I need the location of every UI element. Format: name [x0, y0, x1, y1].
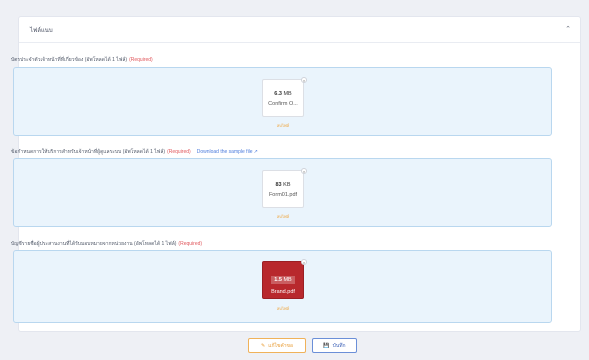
section-label-text: บัญชีรายชื่อผู้ประสานงานที่ได้รับมอบหมาย… [11, 241, 177, 247]
download-sample-link[interactable]: Download the sample file↗ [197, 149, 258, 155]
card-title: ไฟล์แนบ [30, 27, 53, 34]
file-size: 6.3 MB [263, 91, 303, 97]
section-label-text: ข้อกำหนดการให้บริการสำหรับเจ้าหน้าที่ผู้… [11, 149, 166, 155]
file-size: 1.5 MB [271, 276, 295, 284]
file-size-value: 83 [275, 182, 282, 188]
download-sample-text: Download the sample file [196, 149, 253, 155]
file-preview[interactable]: 1.5 MB Brand.pdf [262, 261, 304, 299]
section-label-id-card: บัตรประจำตัวเจ้าหน้าที่ที่เกี่ยวข้อง (อั… [11, 56, 153, 64]
required-marker: (Required) [178, 241, 203, 247]
file-preview[interactable]: 83 KB Form01.pdf [262, 170, 304, 208]
remove-file-link[interactable]: ลบไฟล์ [277, 305, 289, 312]
file-size-value: 6.3 [274, 91, 282, 97]
remove-file-icon[interactable]: × [301, 77, 307, 83]
remove-file-link[interactable]: ลบไฟล์ [277, 122, 289, 129]
file-size-unit: KB [283, 182, 291, 188]
file-size-unit: MB [283, 91, 292, 97]
remove-file-icon[interactable]: × [301, 168, 307, 174]
edit-button-label: แก้ไขคำขอ [268, 342, 293, 349]
card-header[interactable]: ไฟล์แนบ ⌃ [19, 17, 580, 43]
dropzone-service-terms[interactable]: 83 KB Form01.pdf × ลบไฟล์ [13, 158, 552, 227]
file-name: Brand.pdf [271, 289, 295, 295]
remove-file-icon[interactable]: × [301, 259, 307, 265]
edit-request-button[interactable]: ✎ แก้ไขคำขอ [248, 338, 306, 353]
chevron-up-icon[interactable]: ⌃ [565, 26, 571, 33]
section-label-text: บัตรประจำตัวเจ้าหน้าที่ที่เกี่ยวข้อง (อั… [11, 57, 128, 63]
file-size: 83 KB [263, 182, 303, 188]
external-link-icon: ↗ [253, 149, 258, 155]
file-size-unit: MB [283, 277, 292, 283]
save-button-label: บันทึก [332, 342, 346, 349]
required-marker: (Required) [167, 149, 191, 155]
required-marker: (Required) [129, 57, 153, 63]
remove-file-link[interactable]: ลบไฟล์ [277, 213, 289, 220]
edit-icon: ✎ [261, 342, 266, 349]
section-label-service-terms: ข้อกำหนดการให้บริการสำหรับเจ้าหน้าที่ผู้… [11, 148, 258, 156]
file-size-value: 1.5 [274, 277, 282, 283]
file-preview[interactable]: 6.3 MB Confirm O... [262, 79, 304, 117]
dropzone-id-card[interactable]: 6.3 MB Confirm O... × ลบไฟล์ [13, 67, 552, 136]
section-label-coordinators: บัญชีรายชื่อผู้ประสานงานที่ได้รับมอบหมาย… [11, 240, 202, 248]
dropzone-coordinators[interactable]: 1.5 MB Brand.pdf × ลบไฟล์ [13, 250, 552, 323]
save-icon: 💾 [323, 342, 330, 349]
file-name: Form01.pdf [268, 192, 298, 198]
save-button[interactable]: 💾 บันทึก [312, 338, 357, 353]
file-name: Confirm O... [268, 101, 298, 107]
